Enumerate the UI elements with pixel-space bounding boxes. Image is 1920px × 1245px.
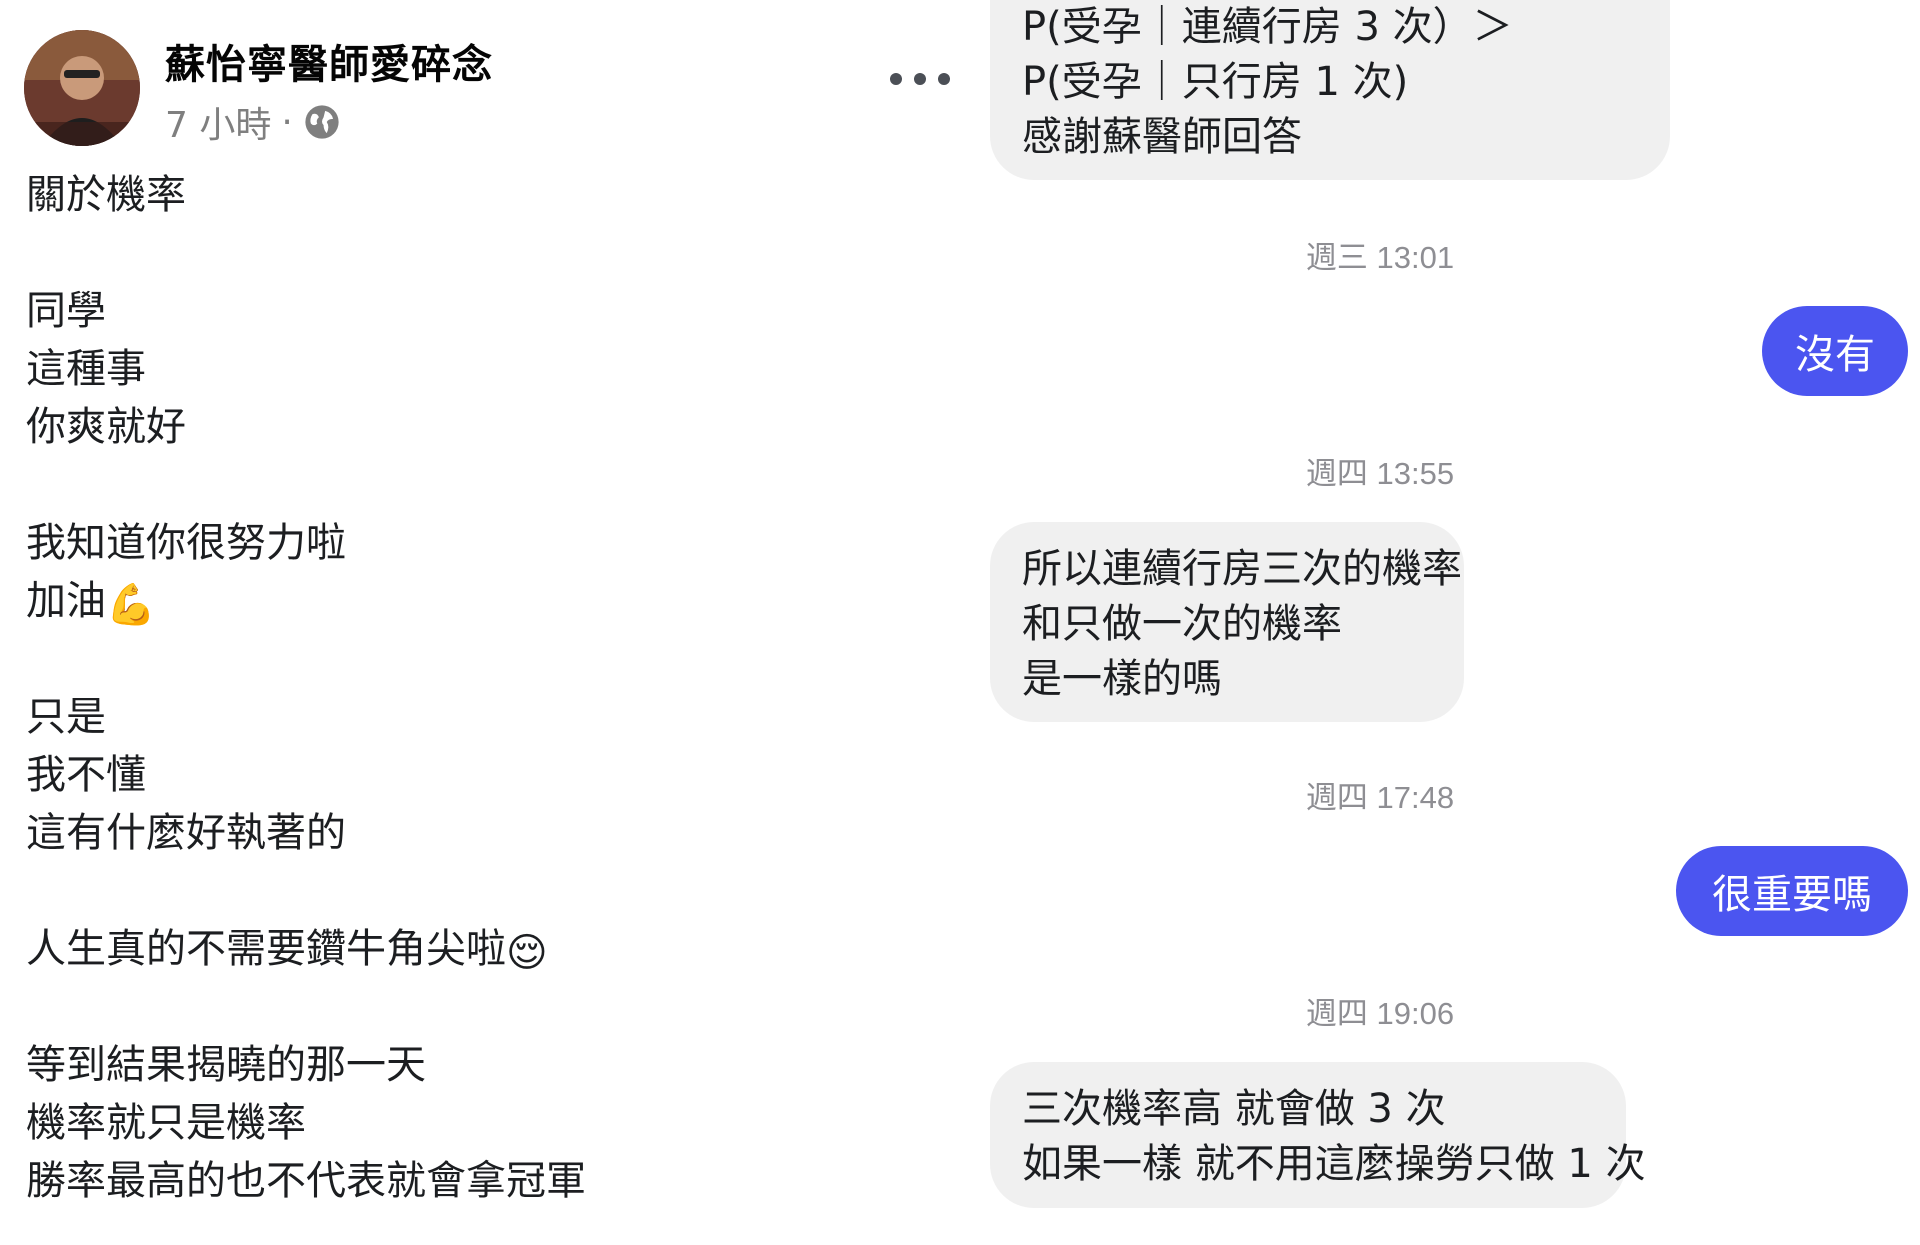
outgoing-message[interactable]: 很重要嗎 (1676, 846, 1908, 936)
author-name[interactable]: 蘇怡寧醫師愛碎念 (165, 32, 493, 90)
more-dot (938, 73, 950, 85)
message-line: 所以連續行房三次的機率 (1022, 546, 1462, 592)
globe-icon (305, 105, 339, 139)
post-body: 關於機率 同學 這種事 你爽就好 我知道你很努力啦 加油💪 只是 我不懂 這有什… (26, 166, 586, 1210)
outgoing-message[interactable]: 沒有 (1762, 306, 1908, 396)
post-line: 只是 (26, 694, 106, 740)
timestamp: 週四 19:06 (1305, 996, 1455, 1031)
meta-separator: · (281, 101, 293, 143)
post-line: 等到結果揭曉的那一天 (26, 1042, 426, 1088)
post-line: 勝率最高的也不代表就會拿冠軍 (26, 1158, 586, 1204)
incoming-message[interactable]: 所以連續行房三次的機率 和只做一次的機率 是一樣的嗎 (990, 522, 1464, 722)
post-line: 人生真的不需要鑽牛角尖啦😌 (26, 920, 586, 978)
incoming-message[interactable]: P(受孕｜連續行房 3 次）＞ P(受孕｜只行房 1 次) 感謝蘇醫師回答 (990, 0, 1670, 180)
post-line: 你爽就好 (26, 404, 186, 450)
more-dot (890, 73, 902, 85)
post-line-text: 加油 (26, 578, 106, 624)
relieved-face-emoji: 😌 (506, 930, 548, 976)
message-line: P(受孕｜連續行房 3 次）＞ (1022, 4, 1513, 50)
post-line: 這有什麼好執著的 (26, 810, 346, 856)
post-line: 同學 (26, 288, 106, 334)
incoming-message[interactable]: 三次機率高 就會做 3 次 如果一樣 就不用這麼操勞只做 1 次 (990, 1062, 1646, 1208)
post-line-text: 人生真的不需要鑽牛角尖啦 (26, 926, 506, 972)
author-avatar[interactable] (24, 30, 140, 146)
timestamp: 週四 17:48 (1305, 780, 1455, 815)
post-line: 機率就只是機率 (26, 1100, 306, 1146)
post-line: 關於機率 (26, 172, 186, 218)
post-meta: 7 小時 · (165, 96, 341, 148)
avatar-photo (24, 30, 140, 146)
post-time[interactable]: 7 小時 (165, 96, 271, 148)
timestamp: 週四 13:55 (1305, 456, 1455, 491)
post-line: 這種事 (26, 346, 146, 392)
timestamp: 週三 13:01 (1305, 240, 1455, 275)
more-options-icon[interactable] (890, 64, 950, 94)
message-line: 是一樣的嗎 (1022, 656, 1222, 702)
message-line: P(受孕｜只行房 1 次) (1022, 59, 1409, 105)
post-line: 我不懂 (26, 752, 146, 798)
message-line: 如果一樣 就不用這麼操勞只做 1 次 (1022, 1141, 1646, 1187)
message-line: 和只做一次的機率 (1022, 601, 1342, 647)
post-line: 加油💪 (26, 572, 586, 630)
more-dot (914, 73, 926, 85)
message-line: 三次機率高 就會做 3 次 (1022, 1086, 1446, 1132)
post-line: 我知道你很努力啦 (26, 520, 346, 566)
flexed-biceps-emoji: 💪 (106, 582, 156, 628)
message-line: 感謝蘇醫師回答 (1022, 114, 1302, 160)
